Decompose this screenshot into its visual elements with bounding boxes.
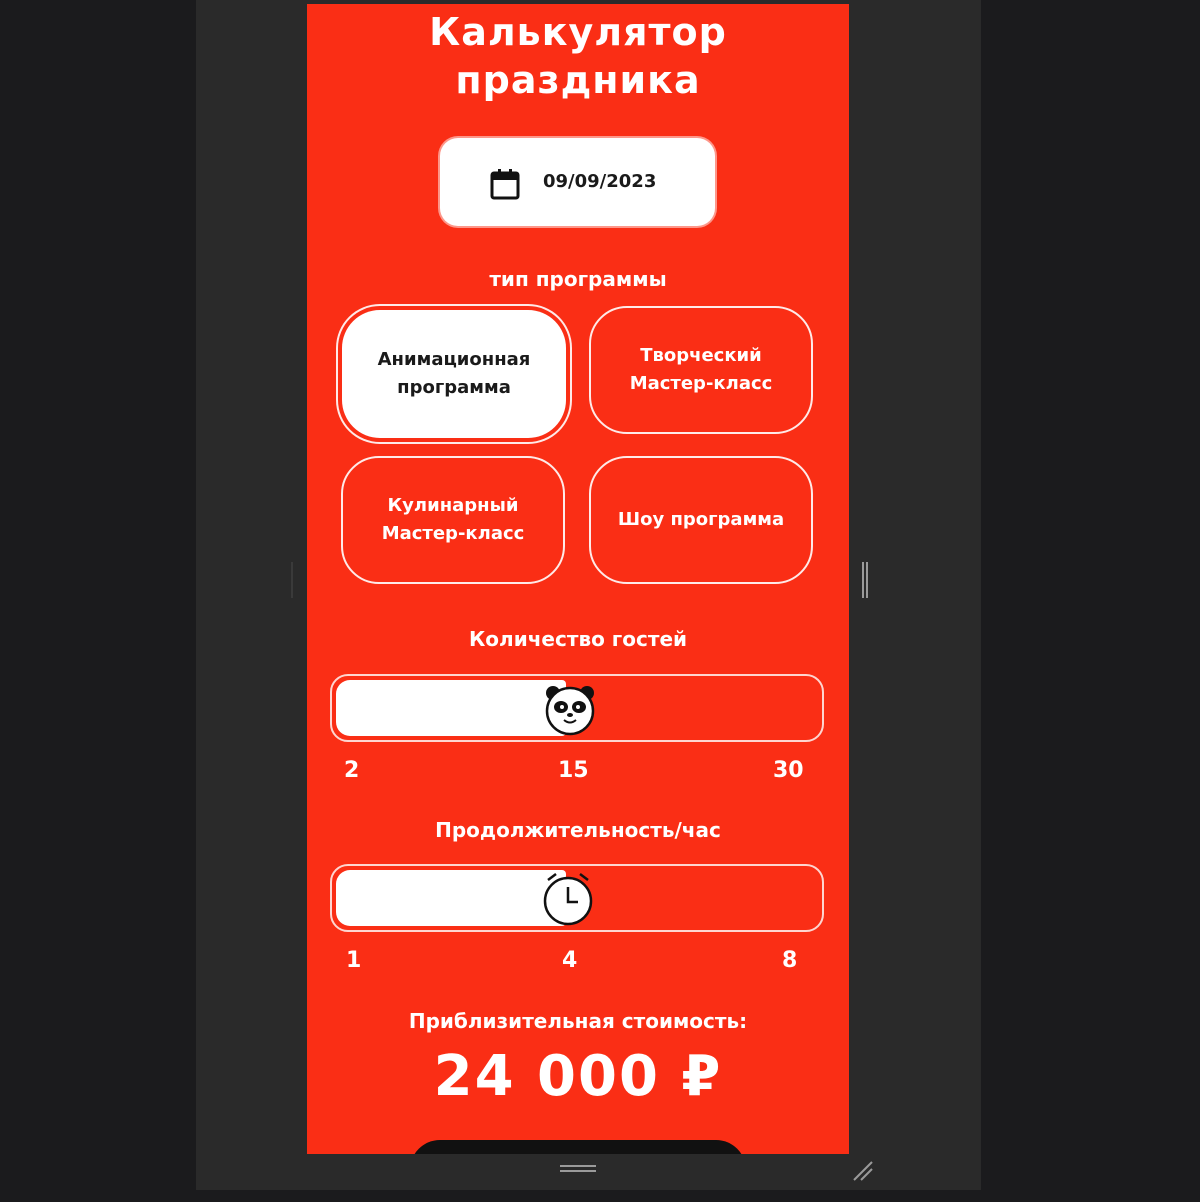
panda-icon[interactable]	[540, 678, 600, 738]
cost-value: 24 000 ₽	[433, 1044, 723, 1109]
page-title-line2: праздника	[455, 58, 701, 102]
guests-label: Количество гостей	[468, 627, 688, 651]
submit-button[interactable]	[410, 1140, 746, 1154]
program-option-show[interactable]: Шоу программа	[589, 456, 813, 584]
program-option-label: Шоу программа	[617, 509, 785, 530]
resize-handle-right-line	[866, 562, 868, 598]
duration-label: Продолжительность/час	[435, 818, 721, 842]
resize-handle-right[interactable]	[862, 562, 864, 598]
program-type-label: тип программы	[489, 267, 667, 291]
duration-slider-fill	[336, 870, 566, 926]
duration-min: 1	[346, 948, 362, 973]
guests-slider-fill	[336, 680, 566, 736]
program-option-creative-class[interactable]: Творческий Мастер-класс	[589, 306, 813, 434]
program-option-label: Творческий Мастер-класс	[629, 345, 773, 394]
guests-slider[interactable]	[330, 674, 824, 742]
resize-handle-left[interactable]	[291, 562, 293, 598]
resize-corner-icon[interactable]	[852, 1160, 874, 1182]
program-option-label: Кулинарный Мастер-класс	[381, 495, 525, 544]
date-value: 09/09/2023	[543, 171, 657, 192]
resize-handle-bottom[interactable]	[560, 1165, 596, 1167]
alarm-clock-icon[interactable]	[538, 868, 598, 928]
cost-label: Приблизительная стоимость:	[408, 1009, 748, 1033]
guests-min: 2	[344, 758, 360, 783]
calendar-icon	[490, 169, 520, 200]
guests-mid: 15	[558, 758, 589, 783]
duration-mid: 4	[562, 948, 578, 973]
calculator-screen: Калькулятор праздника 09/09/2023 тип про…	[307, 4, 849, 1154]
page-title-line1: Калькулятор	[429, 10, 727, 54]
program-option-animation[interactable]: Анимационная программа	[342, 310, 566, 438]
date-picker[interactable]: 09/09/2023	[440, 138, 715, 226]
duration-max: 8	[782, 948, 798, 973]
program-option-label: Анимационная программа	[377, 349, 531, 398]
program-option-culinary-class[interactable]: Кулинарный Мастер-класс	[341, 456, 565, 584]
duration-slider[interactable]	[330, 864, 824, 932]
resize-handle-bottom-line	[560, 1170, 596, 1172]
guests-max: 30	[773, 758, 804, 783]
